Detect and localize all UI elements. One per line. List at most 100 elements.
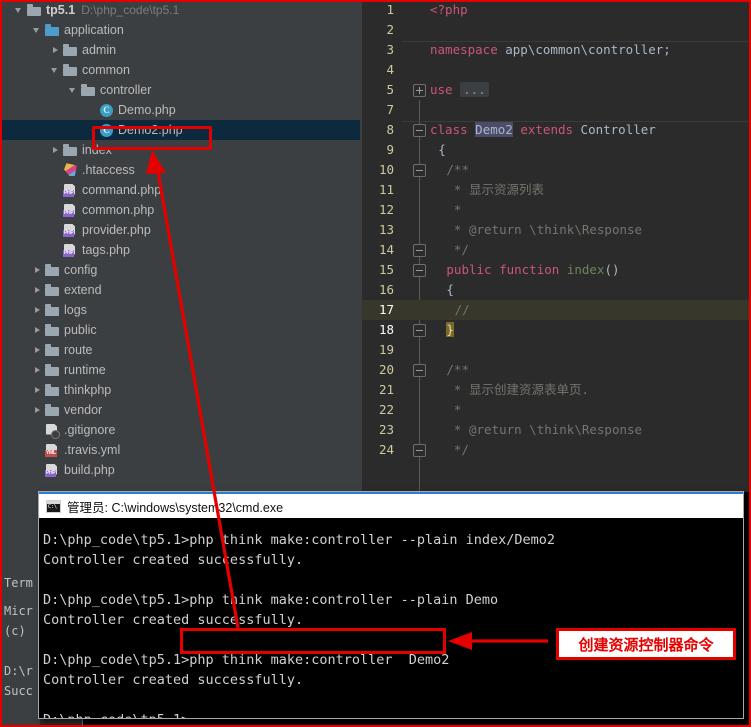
tree-row[interactable]: common.php xyxy=(0,200,360,220)
code-line[interactable]: 11 * 显示资源列表 xyxy=(362,180,751,200)
code-text: public function index() xyxy=(430,260,619,280)
code-token: use xyxy=(430,82,453,97)
tree-row[interactable]: vendor xyxy=(0,400,360,420)
tree-row[interactable]: thinkphp xyxy=(0,380,360,400)
code-line[interactable]: 21 * 显示创建资源表单页. xyxy=(362,380,751,400)
tree-row[interactable]: .htaccess xyxy=(0,160,360,180)
tree-row[interactable]: build.php xyxy=(0,460,360,480)
tree-row[interactable]: tp5.1 D:\php_code\tp5.1 xyxy=(0,0,360,20)
code-text: * 显示创建资源表单页. xyxy=(430,380,589,400)
line-number: 24 xyxy=(378,442,394,457)
code-line[interactable]: 9{ xyxy=(362,140,751,160)
chevron-right-icon[interactable] xyxy=(32,265,43,276)
line-number: 2 xyxy=(386,22,394,37)
code-line[interactable]: 2 xyxy=(362,20,751,40)
tree-row[interactable]: runtime xyxy=(0,360,360,380)
fold-collapse-icon[interactable] xyxy=(413,364,426,377)
cmd-output-area[interactable]: D:\php_code\tp5.1>php think make:control… xyxy=(39,518,743,718)
code-token: ... xyxy=(460,82,489,97)
tree-row[interactable]: .gitignore xyxy=(0,420,360,440)
code-line[interactable]: 13 * @return \think\Response xyxy=(362,220,751,240)
fold-collapse-end-icon[interactable] xyxy=(413,324,426,337)
chevron-right-icon[interactable] xyxy=(32,305,43,316)
code-line[interactable]: 19 xyxy=(362,340,751,360)
tree-row[interactable]: public xyxy=(0,320,360,340)
code-line[interactable]: 16 { xyxy=(362,280,751,300)
tree-row[interactable]: common xyxy=(0,60,360,80)
tree-row[interactable]: config xyxy=(0,260,360,280)
tree-row[interactable]: tags.php xyxy=(0,240,360,260)
tree-row[interactable]: command.php xyxy=(0,180,360,200)
cmd-title-bar[interactable]: 管理员: C:\windows\system32\cmd.exe xyxy=(39,492,743,518)
folder-icon xyxy=(63,43,78,58)
cmd-line: Controller created successfully. xyxy=(43,552,304,568)
line-number: 21 xyxy=(378,382,394,397)
code-line[interactable]: 17 // xyxy=(362,300,751,320)
code-token: */ xyxy=(446,442,469,457)
cmd-command-highlight-box xyxy=(180,628,446,654)
chevron-right-icon[interactable] xyxy=(32,285,43,296)
code-line[interactable]: 1 <?php xyxy=(362,0,751,20)
htaccess-icon xyxy=(63,163,78,178)
chevron-right-icon[interactable] xyxy=(32,365,43,376)
tree-row[interactable]: extend xyxy=(0,280,360,300)
code-text: { xyxy=(430,280,454,300)
tree-row-label: config xyxy=(64,263,98,277)
chevron-right-icon[interactable] xyxy=(32,325,43,336)
tree-row[interactable]: admin xyxy=(0,40,360,60)
code-text: } xyxy=(430,320,454,340)
cmd-window[interactable]: 管理员: C:\windows\system32\cmd.exe D:\php_… xyxy=(38,491,744,719)
chevron-right-icon[interactable] xyxy=(32,345,43,356)
tree-row[interactable]: controller xyxy=(0,80,360,100)
fold-collapse-icon[interactable] xyxy=(413,264,426,277)
line-number: 4 xyxy=(386,62,394,77)
tree-row[interactable]: application xyxy=(0,20,360,40)
folder-icon xyxy=(63,143,78,158)
tree-row-label: command.php xyxy=(82,183,162,197)
chevron-right-icon[interactable] xyxy=(32,405,43,416)
chevron-down-icon[interactable] xyxy=(14,5,25,16)
line-number: 8 xyxy=(386,122,394,137)
code-editor-panel[interactable]: 1 <?php 2 3 namespace app\common\controller;… xyxy=(362,0,751,492)
tree-row-label: build.php xyxy=(64,463,115,477)
tree-row[interactable]: .travis.yml xyxy=(0,440,360,460)
code-line[interactable]: 22 * xyxy=(362,400,751,420)
code-line[interactable]: 7 xyxy=(362,100,751,120)
chevron-down-icon[interactable] xyxy=(32,25,43,36)
php-file-icon xyxy=(63,183,78,198)
tree-row[interactable]: Demo.php xyxy=(0,100,360,120)
folder-icon xyxy=(81,83,96,98)
cmd-title-text: 管理员: C:\windows\system32\cmd.exe xyxy=(67,500,284,515)
code-line[interactable]: 4 xyxy=(362,60,751,80)
cmd-line: Controller created successfully. xyxy=(43,612,304,628)
chevron-right-icon[interactable] xyxy=(50,145,61,156)
fold-collapse-icon[interactable] xyxy=(413,124,426,137)
project-tree-panel[interactable]: tp5.1 D:\php_code\tp5.1 application admin co… xyxy=(0,0,360,492)
tree-row[interactable]: logs xyxy=(0,300,360,320)
ide-terminal-tab[interactable]: Term Micr (c) D:\r Succ xyxy=(0,492,40,727)
code-token: /** xyxy=(446,362,469,377)
line-number: 12 xyxy=(378,202,394,217)
code-line[interactable]: 3 namespace app\common\controller; xyxy=(362,40,751,60)
code-line[interactable]: 12 * xyxy=(362,200,751,220)
chevron-down-icon[interactable] xyxy=(50,65,61,76)
code-token: * 显示创建资源表单页. xyxy=(446,382,589,397)
chevron-right-icon[interactable] xyxy=(32,385,43,396)
tree-row-label: application xyxy=(64,23,124,37)
code-line[interactable]: 23 * @return \think\Response xyxy=(362,420,751,440)
tree-row[interactable]: provider.php xyxy=(0,220,360,240)
fold-expand-icon[interactable] xyxy=(413,84,426,97)
line-number: 20 xyxy=(378,362,394,377)
fold-collapse-end-icon[interactable] xyxy=(413,444,426,457)
fold-collapse-end-icon[interactable] xyxy=(413,244,426,257)
code-token: * @return \think\Response xyxy=(446,222,643,237)
chevron-down-icon[interactable] xyxy=(68,85,79,96)
chevron-right-icon[interactable] xyxy=(50,45,61,56)
fold-collapse-icon[interactable] xyxy=(413,164,426,177)
code-token: // xyxy=(454,302,470,317)
tree-row[interactable]: route xyxy=(0,340,360,360)
